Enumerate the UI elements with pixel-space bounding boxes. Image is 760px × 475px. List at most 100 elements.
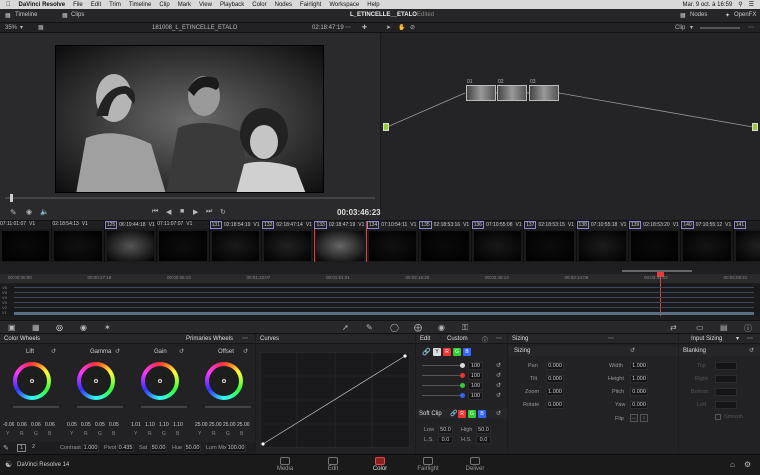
clip-thumbnail[interactable]: 131 02:18:54:19 V1 — [209, 221, 263, 263]
scopes-icon[interactable]: ▤ — [720, 323, 728, 332]
nodes-button[interactable]: Nodes — [690, 12, 707, 18]
speaker-mute-icon[interactable]: 🔈 — [40, 208, 49, 216]
input-sizing-dropdown[interactable]: Input Sizing — [691, 336, 722, 342]
width-field[interactable]: 1.000 — [630, 362, 648, 370]
play-reverse-icon[interactable]: ◀ — [166, 208, 171, 216]
settings-icon[interactable]: ⚙ — [744, 460, 751, 469]
channel-intensity-field[interactable]: 100 — [468, 362, 483, 370]
window-icon[interactable]: ◯ — [390, 323, 399, 332]
menu-color[interactable]: Color — [252, 2, 266, 8]
wheel-value[interactable]: 0.05 — [95, 422, 105, 428]
timeline-button[interactable]: Timeline — [15, 12, 37, 18]
wheel-value[interactable]: 25.00 — [223, 422, 236, 428]
highlight-icon[interactable]: ✚ — [362, 24, 367, 31]
camera-raw-icon[interactable]: ▣ — [8, 323, 16, 332]
qualifier-icon[interactable]: ✎ — [366, 323, 373, 332]
skip-forward-icon[interactable]: ⏭ — [206, 208, 212, 216]
clip-thumbnail[interactable]: 140 07:10:55:12 V1 — [681, 221, 734, 263]
track-clip-bar[interactable] — [14, 302, 754, 303]
info-icon[interactable]: ⓘ — [744, 323, 752, 334]
wheel-handle[interactable] — [30, 379, 34, 383]
wheel-value[interactable]: -0.06 — [3, 422, 14, 428]
wheel-value[interactable]: 1.10 — [145, 422, 155, 428]
more-icon[interactable]: ⋯ — [748, 24, 754, 31]
tab-color[interactable]: Color — [360, 457, 400, 472]
clip-thumbnail[interactable]: 135 02:18:53:16 V1 — [419, 221, 472, 263]
picker-icon[interactable]: ✎ — [3, 444, 9, 452]
color-wheel-offset[interactable] — [205, 362, 243, 400]
play-icon[interactable]: ▶ — [193, 208, 198, 216]
clip-thumbnail[interactable]: 132 02:18:47:14 V1 — [262, 221, 315, 263]
wheel-handle[interactable] — [158, 379, 162, 383]
track-clip-bar[interactable] — [14, 287, 754, 288]
more-icon[interactable]: ⋯ — [242, 335, 248, 342]
clip-thumbnail[interactable]: 139 02:18:53:20 V1 — [628, 221, 682, 263]
wheel-value[interactable]: 1.01 — [131, 422, 141, 428]
info-icon[interactable]: ⓘ — [482, 335, 488, 344]
eye-icon[interactable]: ◉ — [26, 208, 32, 216]
bottom-field[interactable] — [715, 388, 737, 396]
page-2-button[interactable]: 2 — [29, 444, 38, 452]
more-icon[interactable]: ⋯ — [747, 335, 753, 342]
curves-icon[interactable]: ➚ — [342, 323, 349, 332]
channel-intensity-field[interactable]: 100 — [468, 382, 483, 390]
channel-y-button[interactable]: Y — [433, 348, 441, 356]
menu-fairlight[interactable]: Fairlight — [300, 2, 321, 8]
channel-intensity-field[interactable]: 100 — [468, 372, 483, 380]
clips-button[interactable]: Clips — [71, 12, 84, 18]
track-clip-bar[interactable] — [14, 307, 754, 308]
channel-intensity-slider[interactable] — [422, 395, 460, 396]
wheel-value[interactable]: 25.00 — [195, 422, 208, 428]
tab-edit[interactable]: Edit — [313, 457, 353, 472]
viewer-scrubber[interactable] — [5, 194, 375, 202]
track-clip-bar[interactable] — [14, 297, 754, 298]
low-field[interactable]: 50.0 — [438, 426, 453, 434]
wheel-handle[interactable] — [94, 379, 98, 383]
reset-icon[interactable]: ↺ — [496, 382, 501, 389]
reset-icon[interactable]: ↺ — [115, 348, 120, 355]
timeline-icon[interactable]: ▦ — [5, 12, 11, 19]
pencil-icon[interactable]: ✎ — [10, 208, 17, 217]
clip-thumbnail[interactable]: 141 — [733, 221, 760, 263]
reset-icon[interactable]: ↺ — [496, 410, 501, 417]
key-icon[interactable]: ⚿ — [462, 323, 468, 333]
menu-list-icon[interactable]: ☰ — [749, 1, 754, 8]
wheel-value[interactable]: 1.10 — [159, 422, 169, 428]
clip-thumbnail[interactable]: 125 06:19:44:18 V1 — [104, 221, 158, 263]
chevron-down-icon[interactable]: ▾ — [736, 335, 739, 342]
color-wheels-icon[interactable]: ◎ — [56, 323, 63, 332]
more-icon[interactable]: ⋯ — [496, 335, 502, 342]
3d-icon[interactable]: ▭ — [696, 323, 704, 332]
master-wheel-slider[interactable] — [13, 406, 59, 408]
openfx-icon[interactable]: ✦ — [725, 12, 730, 19]
color-wheel-gain[interactable] — [141, 362, 179, 400]
reset-icon[interactable]: ↺ — [496, 362, 501, 369]
wheel-value[interactable]: 0.06 — [45, 422, 55, 428]
curves-mode-dropdown[interactable]: Custom — [447, 336, 468, 342]
clip-thumbnail[interactable]: 07:11:07:07 V1 — [157, 221, 210, 263]
left-field[interactable] — [715, 401, 737, 409]
sat-field[interactable]: 50.00 — [150, 444, 167, 452]
menu-edit[interactable]: Edit — [91, 2, 101, 8]
pivot-field[interactable]: 0.435 — [117, 444, 134, 452]
color-match-icon[interactable]: ▦ — [32, 323, 40, 332]
link-icon[interactable]: 🔗 — [422, 348, 431, 356]
nodes-icon[interactable]: ▦ — [680, 12, 686, 19]
tab-fairlight[interactable]: Fairlight — [408, 457, 448, 472]
node-03[interactable]: 03 — [529, 79, 559, 101]
softclip-r-button[interactable]: R — [458, 410, 466, 418]
track-clip-bar[interactable] — [14, 292, 754, 293]
ls-field[interactable]: 0.0 — [438, 436, 453, 444]
clip-thumbnail[interactable]: 02:18:54:13 V1 — [52, 221, 105, 263]
link-icon[interactable]: 🔗 — [450, 410, 457, 417]
chevron-down-icon[interactable]: ▾ — [20, 24, 23, 31]
loop-icon[interactable]: ↻ — [220, 208, 226, 216]
clip-thumbnail[interactable]: 133 02:18:47:19 V1 — [314, 221, 367, 263]
grid-icon[interactable]: ▦ — [38, 24, 44, 31]
menu-clip[interactable]: Clip — [159, 2, 169, 8]
channel-b-button[interactable]: B — [463, 348, 471, 356]
pan-field[interactable]: 0.000 — [546, 362, 564, 370]
node-01[interactable]: 01 — [466, 79, 496, 101]
right-field[interactable] — [715, 375, 737, 383]
more-icon[interactable]: ⋯ — [608, 335, 614, 342]
